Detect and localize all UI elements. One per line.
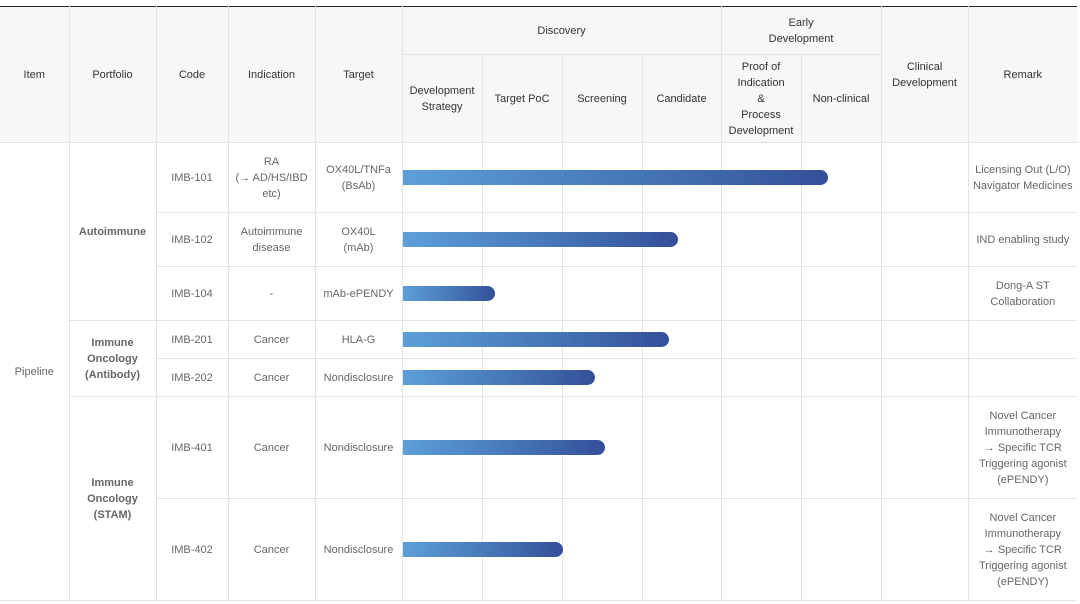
remark-cell — [967, 320, 1078, 359]
header-candidate: Candidate — [641, 54, 722, 143]
indication-cell: RA (→ AD/HS/IBD etc) — [227, 142, 316, 213]
remark-cell: Novel Cancer Immunotherapy → Specific TC… — [967, 396, 1078, 499]
header-item: Item — [0, 6, 70, 143]
indication-cell: Cancer — [227, 498, 316, 601]
remark-cell: Licensing Out (L/O) Navigator Medicines — [967, 142, 1078, 213]
header-proof-of-indication: Proof of Indication & Process Developmen… — [720, 54, 802, 143]
header-discovery: Discovery — [401, 6, 722, 55]
target-cell: OX40L (mAb) — [314, 212, 403, 267]
target-cell: Nondisclosure — [314, 498, 403, 601]
header-non-clinical: Non-clinical — [800, 54, 882, 143]
remark-cell: Dong-A ST Collaboration — [967, 266, 1078, 321]
indication-cell: Cancer — [227, 358, 316, 397]
table-row: IMB-104 - mAb-ePENDY Dong-A ST Collabora… — [0, 266, 1078, 321]
table-row: Immune Oncology (STAM) IMB-401 Cancer No… — [0, 396, 1078, 601]
header-target-poc: Target PoC — [481, 54, 563, 143]
code-cell: IMB-104 — [156, 266, 229, 321]
header-clinical-development: Clinical Development — [880, 6, 969, 143]
indication-cell: Cancer — [227, 320, 316, 359]
pipeline-page: Item Portfolio Code Indication Target Di… — [0, 0, 1080, 604]
target-cell: mAb-ePENDY — [314, 266, 403, 321]
indication-cell: Cancer — [227, 396, 316, 499]
remark-cell: Novel Cancer Immunotherapy → Specific TC… — [967, 498, 1078, 601]
code-cell: IMB-401 — [155, 396, 229, 499]
target-cell: HLA-G — [314, 320, 403, 359]
indication-cell: - — [227, 266, 316, 321]
table-row: IMB-402 Cancer Nondisclosure Novel Cance… — [0, 498, 1078, 601]
portfolio-immune-oncology-stam: Immune Oncology (STAM) — [69, 396, 157, 601]
code-cell: IMB-202 — [156, 358, 229, 397]
code-cell: IMB-102 — [156, 212, 229, 267]
header-target: Target — [314, 6, 403, 143]
pipeline-table: Item Portfolio Code Indication Target Di… — [0, 6, 1078, 601]
code-cell: IMB-101 — [155, 142, 229, 213]
item-pipeline: Pipeline — [0, 142, 70, 601]
code-cell: IMB-201 — [155, 320, 229, 359]
target-cell: OX40L/TNFa (BsAb) — [314, 142, 403, 213]
header-portfolio: Portfolio — [68, 6, 157, 143]
target-cell: Nondisclosure — [314, 358, 403, 397]
remark-cell: IND enabling study — [967, 212, 1078, 267]
portfolio-autoimmune: Autoimmune — [68, 142, 157, 321]
header-indication: Indication — [227, 6, 316, 143]
code-cell: IMB-402 — [156, 498, 229, 601]
portfolio-immune-oncology-antibody: Immune Oncology (Antibody) — [69, 320, 157, 397]
indication-cell: Autoimmune disease — [227, 212, 316, 267]
target-cell: Nondisclosure — [314, 396, 403, 499]
table-row: IMB-102 Autoimmune disease OX40L (mAb) I… — [0, 212, 1078, 267]
header-screening: Screening — [561, 54, 643, 143]
remark-cell — [967, 358, 1078, 397]
header-development-strategy: Development Strategy — [402, 54, 483, 143]
table-row: Pipeline Autoimmune IMB-101 RA (→ AD/HS/… — [0, 142, 1078, 601]
table-row: IMB-202 Cancer Nondisclosure — [0, 358, 1078, 397]
header-code: Code — [155, 6, 229, 143]
table-row: Immune Oncology (Antibody) IMB-201 Cance… — [0, 320, 1078, 397]
header-remark: Remark — [967, 6, 1078, 143]
header-early-development: Early Development — [720, 6, 882, 55]
